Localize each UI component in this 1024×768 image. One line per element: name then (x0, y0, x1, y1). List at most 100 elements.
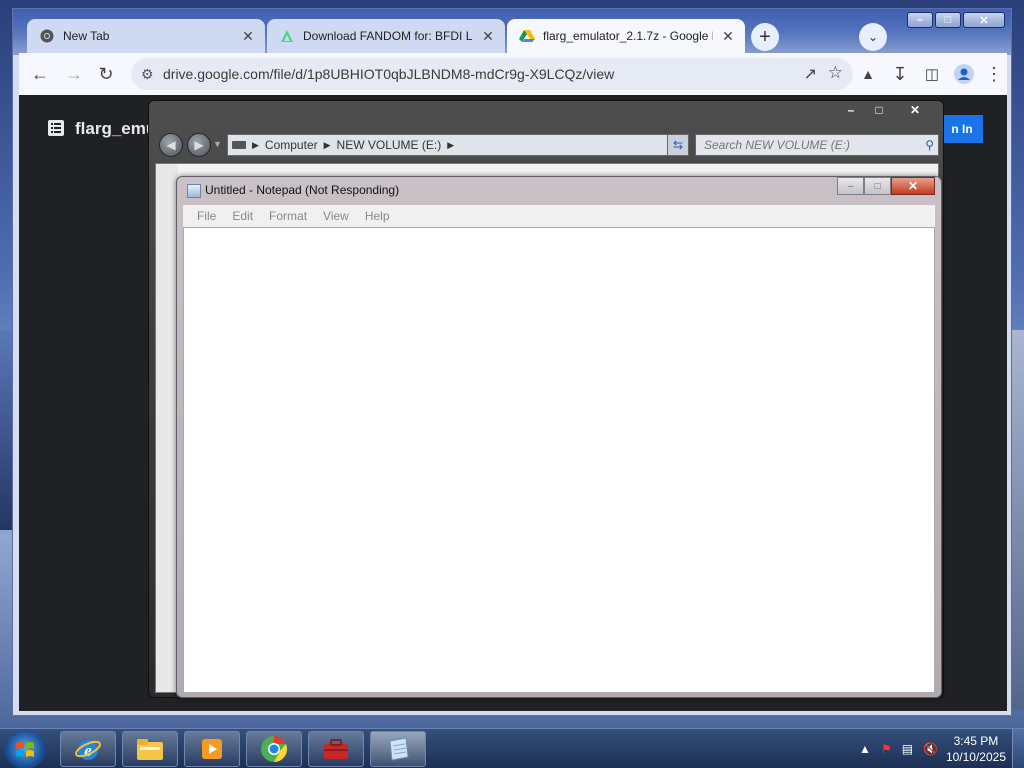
sign-in-button[interactable]: n In (941, 115, 983, 143)
notepad-icon (187, 184, 201, 198)
arrow-left-icon: ← (31, 63, 49, 84)
menu-edit[interactable]: Edit (224, 209, 261, 223)
breadcrumb-new-volume[interactable]: NEW VOLUME (E:) (337, 138, 442, 152)
clock-date: 10/10/2025 (945, 750, 1006, 764)
reload-button[interactable]: ↻ (95, 63, 117, 85)
volume-muted-icon[interactable]: 🔇 (923, 742, 938, 756)
tab-google-drive[interactable]: flarg_emulator_2.1.7z - Google D ✕ (507, 19, 745, 53)
close-button[interactable]: ✕ (963, 12, 1005, 28)
tab-title: Download FANDOM for: BFDI Li (303, 29, 473, 43)
show-hidden-icons-icon[interactable]: ▲ (859, 742, 871, 756)
taskbar-notepad[interactable] (370, 731, 426, 767)
address-bar[interactable]: ⚙ drive.google.com/file/d/1p8UBHIOT0qbJL… (131, 58, 853, 90)
start-button[interactable] (4, 731, 46, 768)
network-icon[interactable]: ▤ (902, 742, 913, 756)
windows-logo-icon (16, 742, 34, 757)
taskbar-media-player[interactable] (184, 731, 240, 767)
tab-title: New Tab (63, 29, 110, 43)
plus-icon: + (759, 25, 771, 48)
tab-close-icon[interactable]: ✕ (481, 28, 495, 45)
minimize-button[interactable]: – (837, 101, 865, 119)
maximize-icon: □ (944, 14, 952, 26)
forward-button[interactable]: → (63, 63, 85, 85)
media-player-icon (202, 739, 222, 759)
download-icon: ↧ (892, 63, 908, 84)
explorer-search-box[interactable]: ⚲ (695, 134, 939, 156)
tab-fandom[interactable]: Download FANDOM for: BFDI Li ✕ (267, 19, 505, 53)
refresh-button[interactable]: ⇆ (667, 134, 689, 156)
tab-search-button[interactable]: ⌄ (859, 23, 887, 51)
refresh-icon: ⇆ (672, 138, 684, 152)
maximize-button[interactable]: □ (864, 177, 891, 195)
text-editor[interactable] (183, 227, 935, 693)
close-button[interactable]: ✕ (893, 101, 937, 119)
close-icon: ✕ (979, 14, 989, 27)
action-center-icon[interactable]: ⚑ (881, 742, 892, 756)
minimize-button[interactable]: – (837, 177, 864, 195)
new-tab-button[interactable]: + (751, 23, 779, 51)
breadcrumb-computer[interactable]: Computer (265, 138, 318, 152)
close-button[interactable]: ✕ (891, 177, 935, 195)
taskbar: e ▲ ⚑ ▤ 🔇 3:45 PM 10/10/2025 (0, 728, 1024, 768)
extensions-button[interactable]: ▲ (857, 63, 879, 85)
explorer-address-bar[interactable]: ▶ Computer ▶ NEW VOLUME (E:) ▶ ▼ (227, 134, 689, 156)
arrow-right-icon: → (65, 63, 83, 84)
menu-format[interactable]: Format (261, 209, 315, 223)
menu-bar: File Edit Format View Help (183, 205, 935, 227)
explorer-nav-pane (156, 164, 178, 692)
breadcrumb-separator-icon[interactable]: ▶ (324, 140, 331, 151)
chevron-down-icon: ⌄ (867, 30, 879, 44)
tab-close-icon[interactable]: ✕ (721, 28, 735, 45)
tab-close-icon[interactable]: ✕ (241, 28, 255, 45)
menu-button[interactable]: ⋮ (983, 63, 1005, 85)
star-icon[interactable]: ☆ (828, 63, 843, 83)
notepad-window: Untitled - Notepad (Not Responding) – □ … (176, 176, 942, 698)
arrow-right-icon: ▶ (194, 138, 204, 152)
back-button[interactable]: ← (29, 63, 51, 85)
recent-pages-icon[interactable]: ▼ (213, 139, 222, 149)
chrome-icon (261, 736, 287, 762)
downloads-button[interactable]: ↧ (889, 63, 911, 85)
menu-view[interactable]: View (315, 209, 357, 223)
breadcrumb-separator-icon[interactable]: ▶ (447, 140, 454, 151)
clock-time: 3:45 PM (953, 734, 999, 748)
side-panel-button[interactable]: ◫ (921, 63, 943, 85)
menu-file[interactable]: File (189, 209, 224, 223)
tab-new-tab[interactable]: New Tab ✕ (27, 19, 265, 53)
maximize-button[interactable]: □ (865, 101, 893, 119)
internet-explorer-icon: e (75, 740, 101, 760)
google-drive-icon (519, 28, 535, 44)
clock[interactable]: 3:45 PM 10/10/2025 (946, 733, 1006, 765)
chrome-window-controls: – □ ✕ (907, 12, 1005, 28)
menu-help[interactable]: Help (357, 209, 398, 223)
share-icon[interactable]: ↗ (804, 64, 817, 84)
site-info-icon[interactable]: ⚙ (141, 66, 154, 83)
profile-button[interactable] (953, 63, 975, 85)
minimize-icon: – (847, 180, 854, 192)
avatar-icon (954, 64, 974, 84)
back-button[interactable]: ◀ (159, 133, 183, 157)
minimize-button[interactable]: – (907, 12, 933, 28)
forward-button[interactable]: ▶ (187, 133, 211, 157)
side-panel-icon: ◫ (924, 66, 940, 83)
search-input[interactable] (696, 135, 916, 155)
window-title: Untitled - Notepad (Not Responding) (205, 183, 400, 197)
fandom-icon (279, 28, 295, 44)
search-icon[interactable]: ⚲ (925, 138, 934, 152)
notepad-icon (389, 737, 409, 761)
url-text[interactable]: drive.google.com/file/d/1p8UBHIOT0qbJLBN… (163, 66, 614, 82)
taskbar-chrome[interactable] (246, 731, 302, 767)
explorer-navbar: ◀ ▶ ▼ ▶ Computer ▶ NEW VOLUME (E:) ▶ ▼ ⇆… (157, 131, 939, 159)
toolbox-icon (324, 739, 348, 759)
show-desktop-button[interactable] (1012, 729, 1024, 768)
taskbar-toolbox[interactable] (308, 731, 364, 767)
chrome-icon (39, 28, 55, 44)
close-icon: ✕ (909, 103, 921, 117)
reload-icon: ↻ (98, 63, 114, 84)
taskbar-file-explorer[interactable] (122, 731, 178, 767)
breadcrumb-separator-icon[interactable]: ▶ (252, 140, 259, 151)
maximize-icon: □ (874, 180, 881, 192)
maximize-button[interactable]: □ (935, 12, 961, 28)
taskbar-internet-explorer[interactable]: e (60, 731, 116, 767)
browser-toolbar: ← → ↻ ⚙ drive.google.com/file/d/1p8UBHIO… (19, 53, 1007, 95)
